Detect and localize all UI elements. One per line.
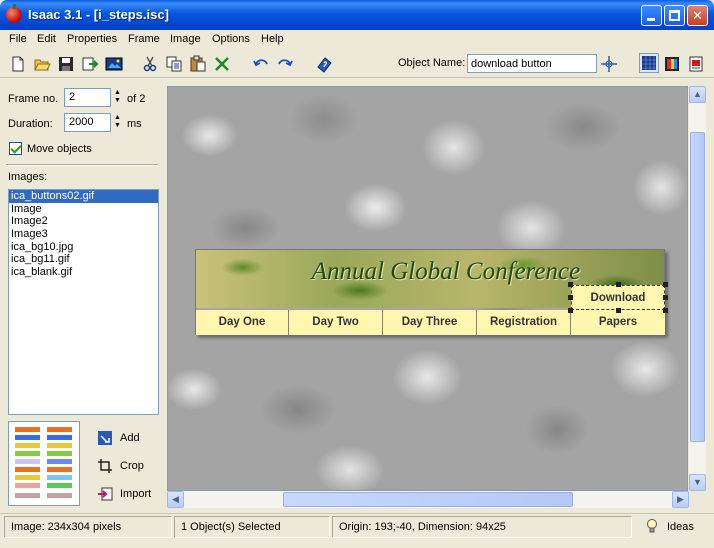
banner-title: Annual Global Conference: [311, 258, 581, 285]
menu-edit[interactable]: Edit: [37, 33, 56, 45]
close-button[interactable]: ✕: [687, 5, 708, 26]
duration-unit-label: ms: [127, 118, 142, 130]
images-list[interactable]: ica_buttons02.gif Image Image2 Image3 ic…: [8, 189, 159, 415]
nav-registration[interactable]: Registration: [477, 310, 571, 335]
print-view-icon[interactable]: [687, 55, 705, 73]
design-canvas[interactable]: Annual Global Conference Day One Day Two…: [167, 86, 688, 491]
delete-icon[interactable]: [213, 55, 231, 73]
resize-handle[interactable]: [663, 308, 668, 313]
menu-image[interactable]: Image: [170, 33, 201, 45]
menu-options[interactable]: Options: [212, 33, 250, 45]
pointer-target-icon[interactable]: [600, 55, 618, 73]
undo-icon[interactable]: [252, 55, 270, 73]
download-button[interactable]: Download: [571, 285, 665, 310]
redo-icon[interactable]: [276, 55, 294, 73]
save-icon[interactable]: [57, 55, 75, 73]
scroll-right-icon[interactable]: ▶: [672, 491, 689, 508]
import-button[interactable]: Import: [93, 483, 155, 505]
window-title: Isaac 3.1 - [i_steps.isc]: [28, 7, 169, 22]
duration-label: Duration:: [8, 118, 53, 130]
crop-icon: [98, 459, 112, 473]
list-item[interactable]: ica_bg10.jpg: [9, 241, 158, 254]
add-button[interactable]: Add: [93, 427, 155, 449]
ideas-label: Ideas: [667, 521, 694, 533]
horizontal-scrollbar[interactable]: ◀ ▶: [167, 491, 689, 508]
copy-icon[interactable]: [165, 55, 183, 73]
menu-help[interactable]: Help: [261, 33, 284, 45]
status-image-size: Image: 234x304 pixels: [4, 516, 172, 538]
add-label: Add: [120, 432, 140, 444]
resize-handle[interactable]: [568, 282, 573, 287]
frame-number-input[interactable]: 2: [64, 88, 111, 107]
cut-icon[interactable]: [141, 55, 159, 73]
horizontal-scroll-thumb[interactable]: [283, 492, 573, 507]
maximize-icon: [669, 10, 680, 21]
color-view-icon[interactable]: [663, 55, 681, 73]
maximize-button[interactable]: [664, 5, 685, 26]
resize-handle[interactable]: [568, 295, 573, 300]
list-item[interactable]: Image3: [9, 228, 158, 241]
nav-day-three[interactable]: Day Three: [383, 310, 477, 335]
list-item[interactable]: ica_bg11.gif: [9, 253, 158, 266]
resize-handle[interactable]: [663, 295, 668, 300]
move-objects-label: Move objects: [27, 143, 92, 155]
crop-label: Crop: [120, 460, 144, 472]
list-item[interactable]: ica_buttons02.gif: [9, 190, 158, 203]
status-origin: Origin: 193;-40, Dimension: 94x25: [332, 516, 632, 538]
menu-bar: File Edit Properties Frame Image Options…: [0, 30, 714, 50]
duration-input[interactable]: 2000: [64, 113, 111, 132]
nav-day-two[interactable]: Day Two: [289, 310, 383, 335]
paste-icon[interactable]: [189, 55, 207, 73]
nav-day-one[interactable]: Day One: [196, 310, 289, 335]
add-image-icon: [98, 431, 112, 445]
list-item[interactable]: Image2: [9, 215, 158, 228]
status-selection: 1 Object(s) Selected: [174, 516, 330, 538]
lightbulb-icon: [647, 519, 657, 533]
scroll-left-icon[interactable]: ◀: [167, 491, 184, 508]
export-icon[interactable]: [81, 55, 99, 73]
frame-count-label: of 2: [127, 93, 146, 105]
menu-file[interactable]: File: [9, 33, 27, 45]
close-icon: ✕: [692, 8, 703, 23]
object-name-input[interactable]: [467, 54, 597, 73]
vertical-scroll-thumb[interactable]: [690, 132, 705, 442]
crop-button[interactable]: Crop: [93, 455, 155, 477]
resize-handle[interactable]: [616, 308, 621, 313]
conference-banner[interactable]: Annual Global Conference Day One Day Two…: [195, 249, 668, 335]
minimize-button[interactable]: [641, 5, 662, 26]
images-label: Images:: [8, 171, 48, 183]
resize-handle[interactable]: [663, 282, 668, 287]
resize-handle[interactable]: [616, 282, 621, 287]
scroll-up-icon[interactable]: ▲: [689, 86, 706, 103]
list-item[interactable]: Image: [9, 203, 158, 216]
frame-number-spinner[interactable]: ▲ ▼: [114, 89, 122, 107]
new-file-icon[interactable]: [9, 55, 27, 73]
import-icon: [98, 487, 113, 501]
object-name-label: Object Name:: [398, 57, 466, 69]
move-objects-checkbox[interactable]: [9, 142, 22, 155]
duration-spinner[interactable]: ▲ ▼: [114, 114, 122, 132]
image-icon[interactable]: [105, 55, 123, 73]
title-bar: Isaac 3.1 - [i_steps.isc] ✕: [0, 0, 714, 30]
image-preview-thumbnail: [8, 421, 80, 506]
nav-papers[interactable]: Papers: [571, 310, 665, 335]
vertical-scrollbar[interactable]: ▲ ▼: [689, 86, 706, 491]
import-label: Import: [120, 488, 152, 500]
list-item[interactable]: ica_blank.gif: [9, 266, 158, 279]
grid-view-icon[interactable]: [639, 53, 659, 73]
minimize-icon: [647, 18, 655, 21]
resize-handle[interactable]: [568, 308, 573, 313]
apple-app-icon: [6, 4, 22, 23]
scroll-down-icon[interactable]: ▼: [689, 474, 706, 491]
frame-number-label: Frame no.: [8, 93, 59, 105]
open-folder-icon[interactable]: [33, 55, 51, 73]
menu-frame[interactable]: Frame: [128, 33, 160, 45]
help-book-icon[interactable]: [315, 55, 333, 73]
menu-properties[interactable]: Properties: [67, 33, 117, 45]
panel-divider: [6, 164, 158, 166]
